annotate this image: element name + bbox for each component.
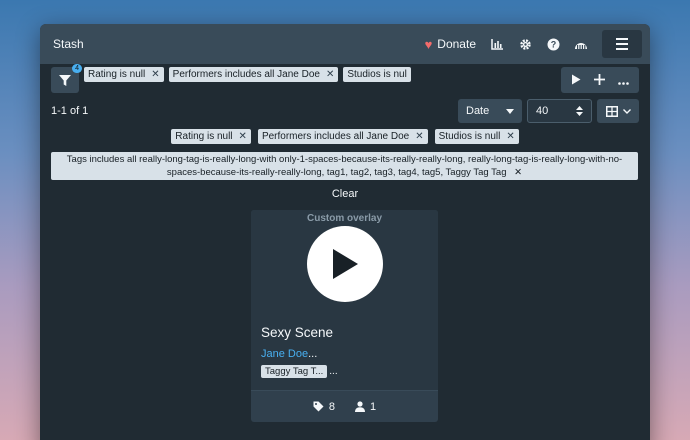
performer-count-button[interactable]: 1 [355,401,376,413]
per-page-value: 40 [536,105,549,117]
menu-button[interactable] [602,30,642,58]
chip-label: Performers includes all Jane Doe [172,69,320,80]
tag-line: Taggy Tag T... ... [261,365,338,378]
close-icon[interactable]: ✕ [326,69,334,80]
toolbar-chips: Rating is null ✕ Performers includes all… [84,67,411,82]
sort-value: Date [466,105,490,117]
scene-preview[interactable]: Custom overlay Sexy Scene Jane Doe... Ta… [251,210,438,390]
filter-toolbar: 4 Rating is null ✕ Performers includes a… [51,64,639,93]
caret-down-icon [506,108,514,114]
custom-overlay: Custom overlay [306,213,383,224]
performer-count: 1 [370,400,377,413]
play-icon [333,249,358,279]
tag-label: Tags includes all really-long-tag-is-rea… [66,154,623,178]
tag-label: Performers includes all Jane Doe [261,131,410,142]
tag-label: Studios is null [438,131,501,142]
action-group [561,67,639,93]
svg-text:?: ? [550,39,556,49]
tag-icon [313,401,324,412]
stats-icon[interactable] [490,37,504,51]
plus-icon[interactable] [593,73,605,88]
chip-label: Studios is nul [347,69,407,80]
stepper-icon [576,106,583,116]
scene-title[interactable]: Sexy Scene [261,325,333,340]
play-button[interactable] [307,226,383,302]
chevron-down-icon [622,108,631,114]
menu-bar [616,48,628,50]
filter-tag-tags[interactable]: Tags includes all really-long-tag-is-rea… [51,152,638,180]
filter-count-badge: 4 [72,64,82,73]
user-icon [355,401,365,412]
tag-chip[interactable]: Taggy Tag T... [261,365,328,378]
sort-select[interactable]: Date [458,99,522,123]
brand[interactable]: Stash [53,37,411,51]
filter-chip[interactable]: Rating is null ✕ [84,67,164,82]
close-icon[interactable]: ✕ [514,167,522,178]
result-count: 1-1 of 1 [51,105,89,117]
tag-ellipsis: ... [329,366,338,377]
filter-tag[interactable]: Studios is null ✕ [434,129,519,144]
clear-filters-button[interactable]: Clear [40,188,650,200]
heart-icon: ♥ [424,36,433,52]
close-icon[interactable]: ✕ [239,131,247,142]
gear-icon[interactable] [518,37,532,51]
tag-count-button[interactable]: 8 [313,401,335,413]
donate-label: Donate [437,37,476,51]
scene-card[interactable]: Custom overlay Sexy Scene Jane Doe... Ta… [251,210,438,422]
display-mode-select[interactable] [597,99,639,123]
tag-label: Rating is null [175,131,233,142]
filter-tag[interactable]: Rating is null ✕ [171,129,251,144]
app-window: Stash ♥ Donate ? 4 Rating is null ✕ Perf… [40,24,650,440]
close-icon[interactable]: ✕ [506,131,514,142]
filter-tag[interactable]: Performers includes all Jane Doe ✕ [257,129,428,144]
donate-link[interactable]: ♥ Donate [425,37,476,52]
menu-bar [616,38,628,40]
active-filter-tags: Rating is null ✕ Performers includes all… [40,129,650,144]
play-icon[interactable] [571,73,581,88]
more-icon[interactable] [617,73,629,88]
filter-chip[interactable]: Performers includes all Jane Doe ✕ [168,67,339,82]
list-controls: 1-1 of 1 Date 40 [51,99,639,123]
performer-line: Jane Doe... [261,348,317,360]
card-footer: 8 1 [251,390,438,422]
tag-count: 8 [328,400,335,413]
grid-icon [605,105,618,117]
filter-chip[interactable]: Studios is nul [343,67,411,82]
close-icon[interactable]: ✕ [415,131,423,142]
performer-link[interactable]: Jane Doe [261,348,308,360]
logo-icon[interactable] [574,37,588,51]
chip-label: Rating is null [88,69,146,80]
help-icon[interactable]: ? [546,37,560,51]
menu-bar [616,43,628,45]
close-icon[interactable]: ✕ [151,69,159,80]
per-page-select[interactable]: 40 [527,99,592,123]
funnel-icon [59,74,71,86]
performer-ellipsis: ... [308,348,318,360]
filter-button[interactable]: 4 [51,64,82,93]
navbar: Stash ♥ Donate ? [40,24,650,64]
